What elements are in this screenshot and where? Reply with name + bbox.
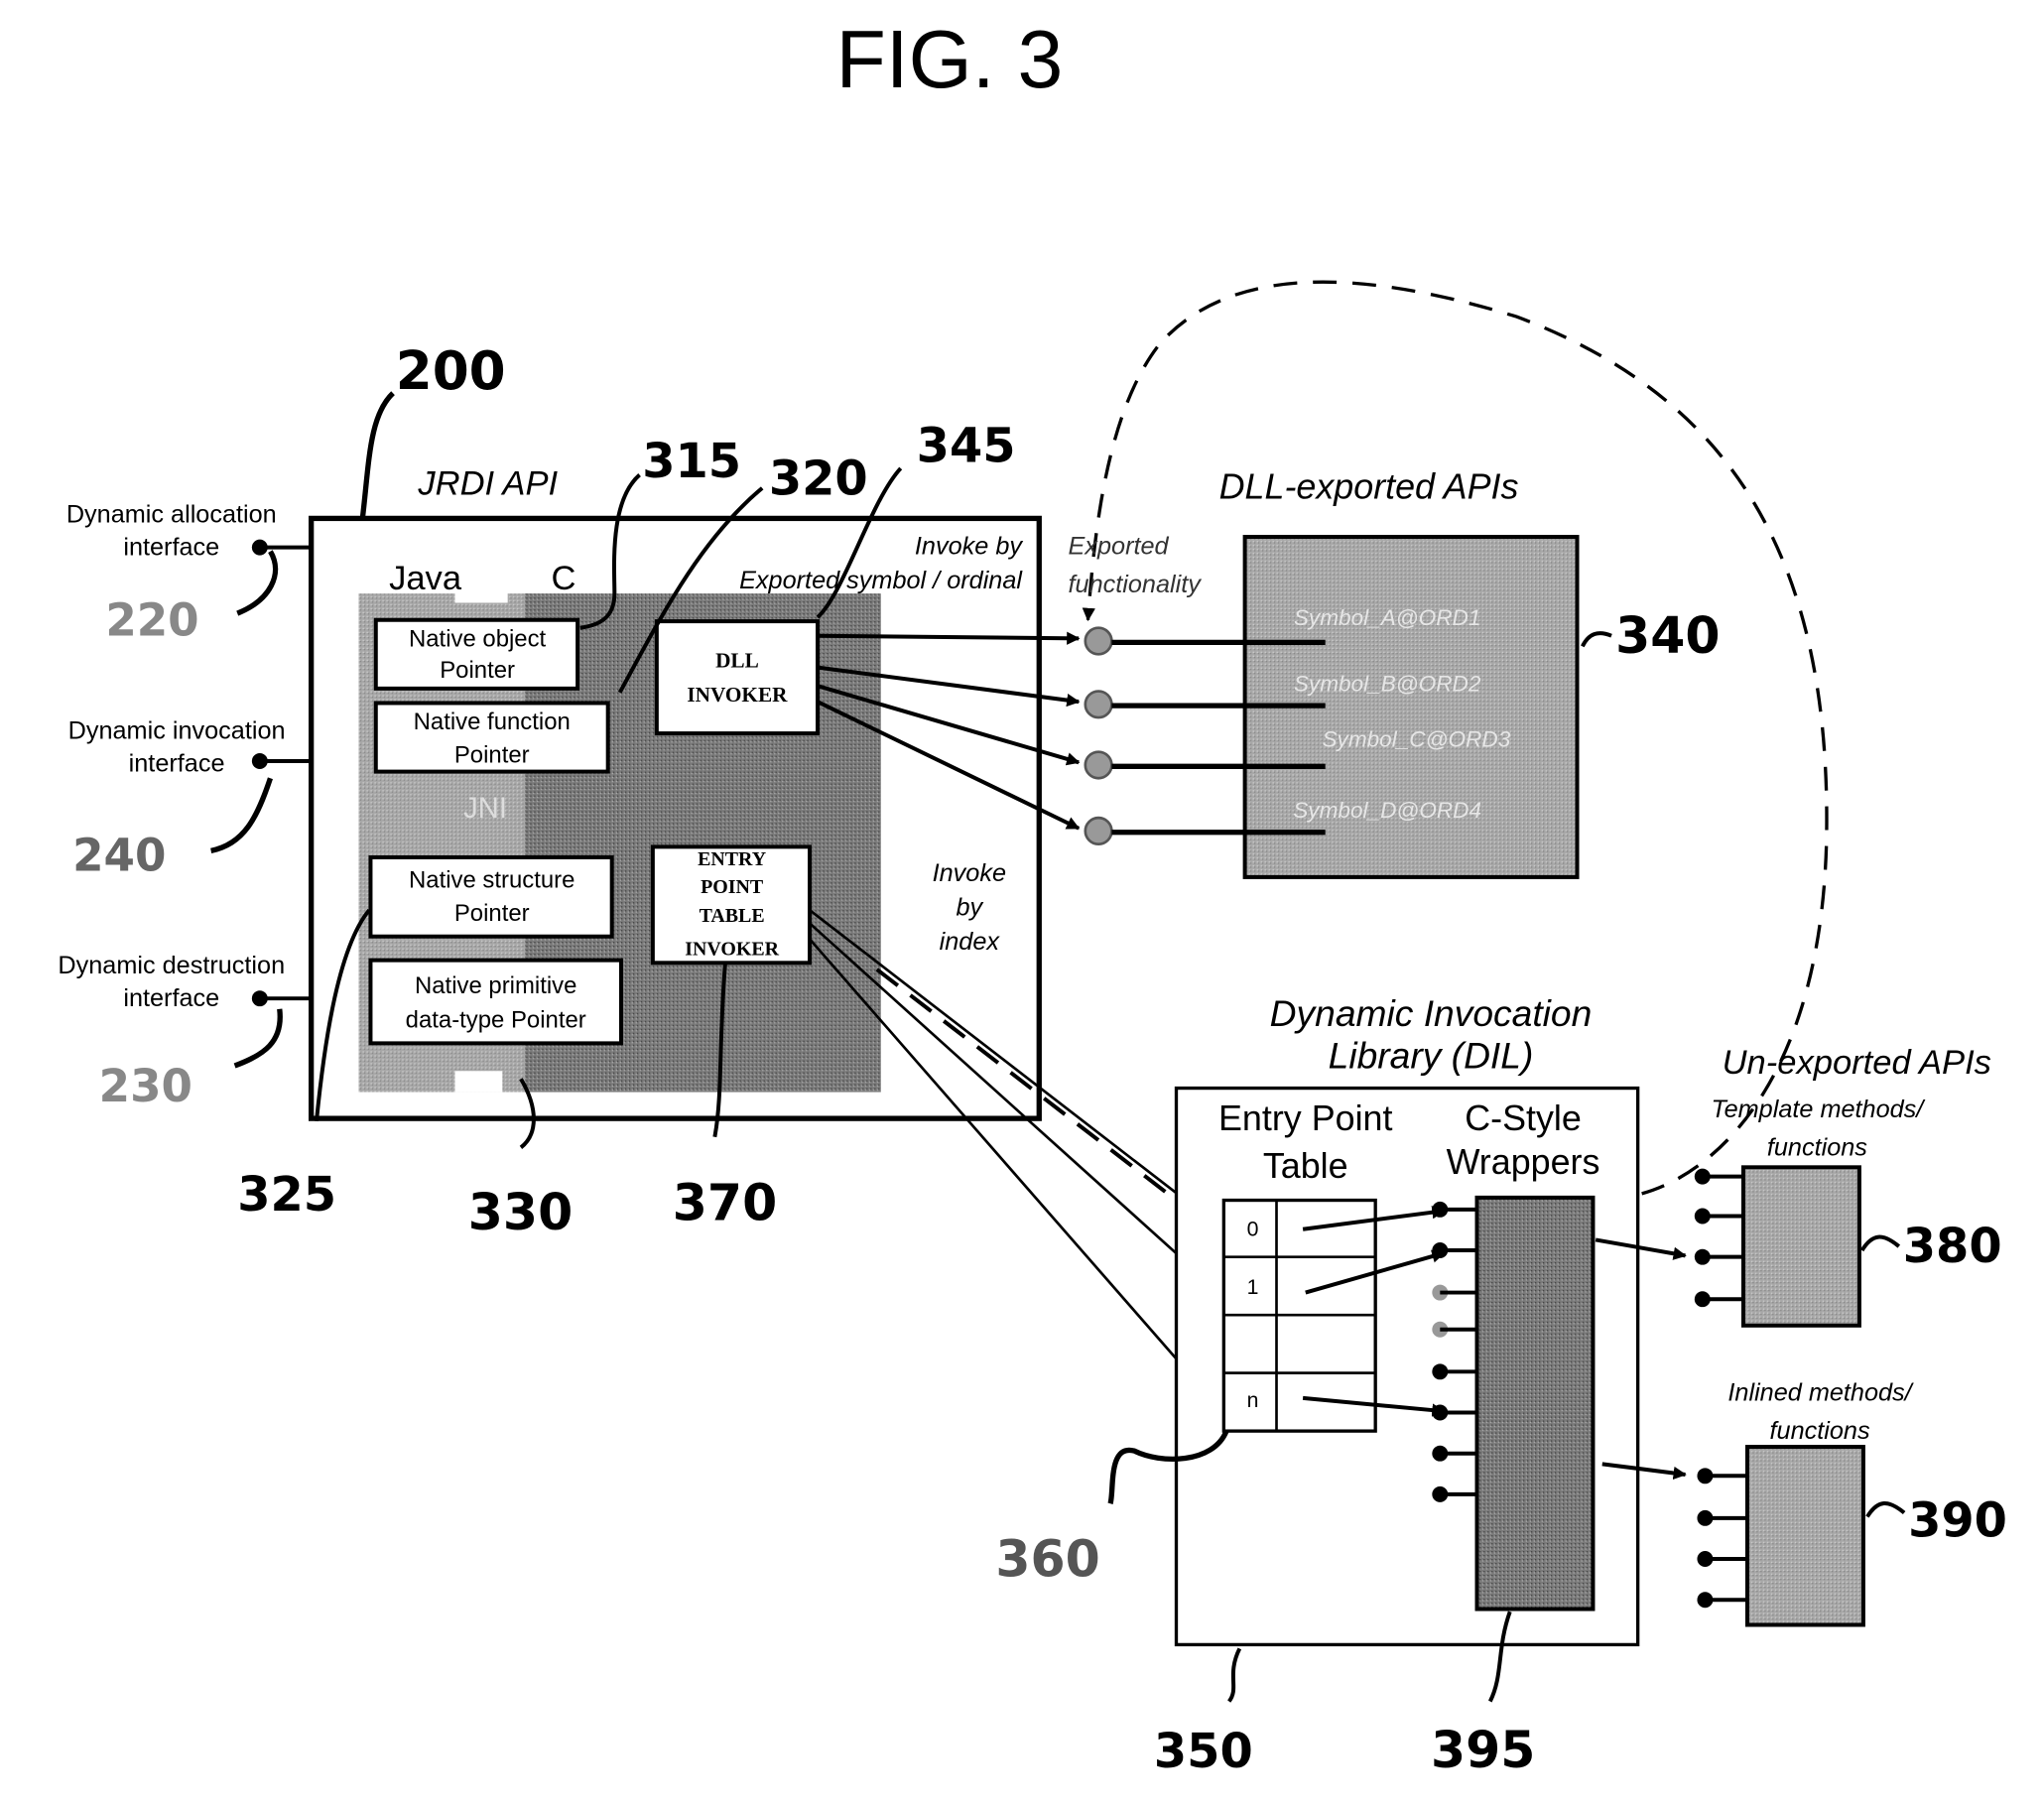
ref-350: 350 <box>1154 1725 1253 1779</box>
inlined-label: Inlined methods/ <box>1727 1379 1914 1407</box>
invoke-by-index: Invoke <box>933 859 1006 887</box>
table-row[interactable]: 0 <box>1247 1217 1259 1240</box>
ref-345: 345 <box>917 419 1016 473</box>
ept-invoker-label: ENTRY <box>698 848 766 870</box>
ref-320: 320 <box>769 452 868 507</box>
inlined-label: functions <box>1770 1417 1870 1445</box>
symbol-label: Symbol_B@ORD2 <box>1294 672 1481 697</box>
pointer-label: Native function <box>414 709 571 735</box>
dll-exported-block: DLL-exported APIs Exported functionality… <box>1069 466 1720 879</box>
ref-330: 330 <box>468 1183 573 1241</box>
dll-invoker-label: INVOKER <box>687 683 788 707</box>
invoke-by-symbol: Invoke by <box>915 532 1023 560</box>
native-primitive-pointer[interactable]: Native primitive data-type Pointer <box>368 958 623 1046</box>
interface-label: Dynamic destruction <box>58 952 285 979</box>
ref-390: 390 <box>1908 1493 2007 1548</box>
dll-exported-title: DLL-exported APIs <box>1219 466 1519 506</box>
invoke-by-index: index <box>940 928 1001 956</box>
template-label: Template methods/ <box>1712 1096 1927 1123</box>
ept-invoker-label: INVOKER <box>685 938 779 960</box>
symbol-label: Symbol_C@ORD3 <box>1322 726 1510 751</box>
template-ports <box>1694 1168 1743 1308</box>
figure-title: FIG. 3 <box>835 14 1063 105</box>
jrdi-api-block: 200 JRDI API Java C JNI Invoke by Export… <box>237 340 1042 1241</box>
wrappers-title: Wrappers <box>1447 1142 1600 1182</box>
ref-380: 380 <box>1903 1220 2002 1274</box>
interface-invocation: Dynamic invocation interface 240 <box>68 716 312 881</box>
port-icon[interactable] <box>1084 750 1113 780</box>
exported-functionality: functionality <box>1069 571 1203 598</box>
pointer-label: Pointer <box>454 900 530 927</box>
inlined-methods-box[interactable] <box>1744 1445 1865 1627</box>
interface-label: Dynamic invocation <box>68 716 286 744</box>
pointer-label: data-type Pointer <box>406 1006 586 1033</box>
ref-240: 240 <box>72 829 166 881</box>
jrdi-title: JRDI API <box>417 465 558 503</box>
wrappers-title: C-Style <box>1465 1098 1582 1138</box>
ref-325: 325 <box>237 1168 336 1223</box>
table-row[interactable]: 1 <box>1247 1275 1259 1299</box>
dil-title: Dynamic Invocation <box>1270 992 1593 1034</box>
dil-title: Library (DIL) <box>1329 1035 1534 1077</box>
ept-invoker-label: TABLE <box>700 905 765 927</box>
dll-invoker[interactable]: DLL INVOKER <box>654 619 820 736</box>
c-style-wrappers[interactable] <box>1474 1195 1596 1612</box>
template-label: functions <box>1767 1133 1867 1161</box>
template-methods-box[interactable] <box>1740 1165 1861 1328</box>
interface-label: Dynamic allocation <box>66 500 277 528</box>
entry-point-table-invoker[interactable]: ENTRY POINT TABLE INVOKER <box>650 844 813 966</box>
ref-360: 360 <box>995 1529 1099 1588</box>
ref-315: 315 <box>642 435 741 489</box>
ref-370: 370 <box>673 1173 777 1231</box>
exported-functionality: Exported <box>1069 532 1170 560</box>
ref-230: 230 <box>99 1060 192 1112</box>
ref-395: 395 <box>1431 1721 1535 1779</box>
c-label: C <box>552 560 576 597</box>
entry-point-table: 0 1 n <box>1221 1198 1377 1433</box>
interface-destruction: Dynamic destruction interface 230 <box>58 952 312 1112</box>
pointer-label: Pointer <box>440 657 515 684</box>
invoke-by-symbol: Exported symbol / ordinal <box>739 567 1023 594</box>
fig3-diagram: FIG. 3 Dynamic allocation interface 220 … <box>58 14 2007 1779</box>
ept-invoker-label: POINT <box>701 876 763 898</box>
unexported-title: Un-exported APIs <box>1723 1044 1991 1082</box>
symbol-label: Symbol_D@ORD4 <box>1293 798 1481 823</box>
native-function-pointer[interactable]: Native function Pointer <box>373 701 610 774</box>
interface-label: interface <box>129 750 225 778</box>
interface-label: interface <box>123 984 219 1012</box>
ref-340: 340 <box>1615 606 1720 665</box>
table-row[interactable]: n <box>1247 1388 1259 1412</box>
ept-title: Table <box>1263 1146 1348 1186</box>
port-icon[interactable] <box>1084 626 1113 656</box>
invoke-by-index: by <box>957 893 984 921</box>
inlined-ports <box>1697 1468 1747 1609</box>
pointer-label: Native structure <box>409 867 575 894</box>
pointer-label: Pointer <box>454 741 530 768</box>
dil-block: Dynamic Invocation Library (DIL) Entry P… <box>995 992 1640 1779</box>
ept-title: Entry Point <box>1218 1098 1393 1138</box>
ref-220: 220 <box>105 594 198 647</box>
symbol-label: Symbol_A@ORD1 <box>1294 605 1481 630</box>
native-object-pointer[interactable]: Native object Pointer <box>373 617 580 691</box>
jni-label: JNI <box>463 793 507 825</box>
port-icon[interactable] <box>1084 816 1113 846</box>
dll-invoker-label: DLL <box>715 649 759 673</box>
native-structure-pointer[interactable]: Native structure Pointer <box>368 854 614 939</box>
pointer-label: Native primitive <box>415 972 576 999</box>
ref-200: 200 <box>396 340 506 402</box>
interface-allocation: Dynamic allocation interface 220 <box>66 500 312 647</box>
port-icon[interactable] <box>1084 690 1113 719</box>
interface-label: interface <box>123 534 219 562</box>
unexported-block: Un-exported APIs Template methods/ funct… <box>1694 1044 2007 1627</box>
pointer-label: Native object <box>409 625 547 652</box>
java-label: Java <box>389 560 462 597</box>
